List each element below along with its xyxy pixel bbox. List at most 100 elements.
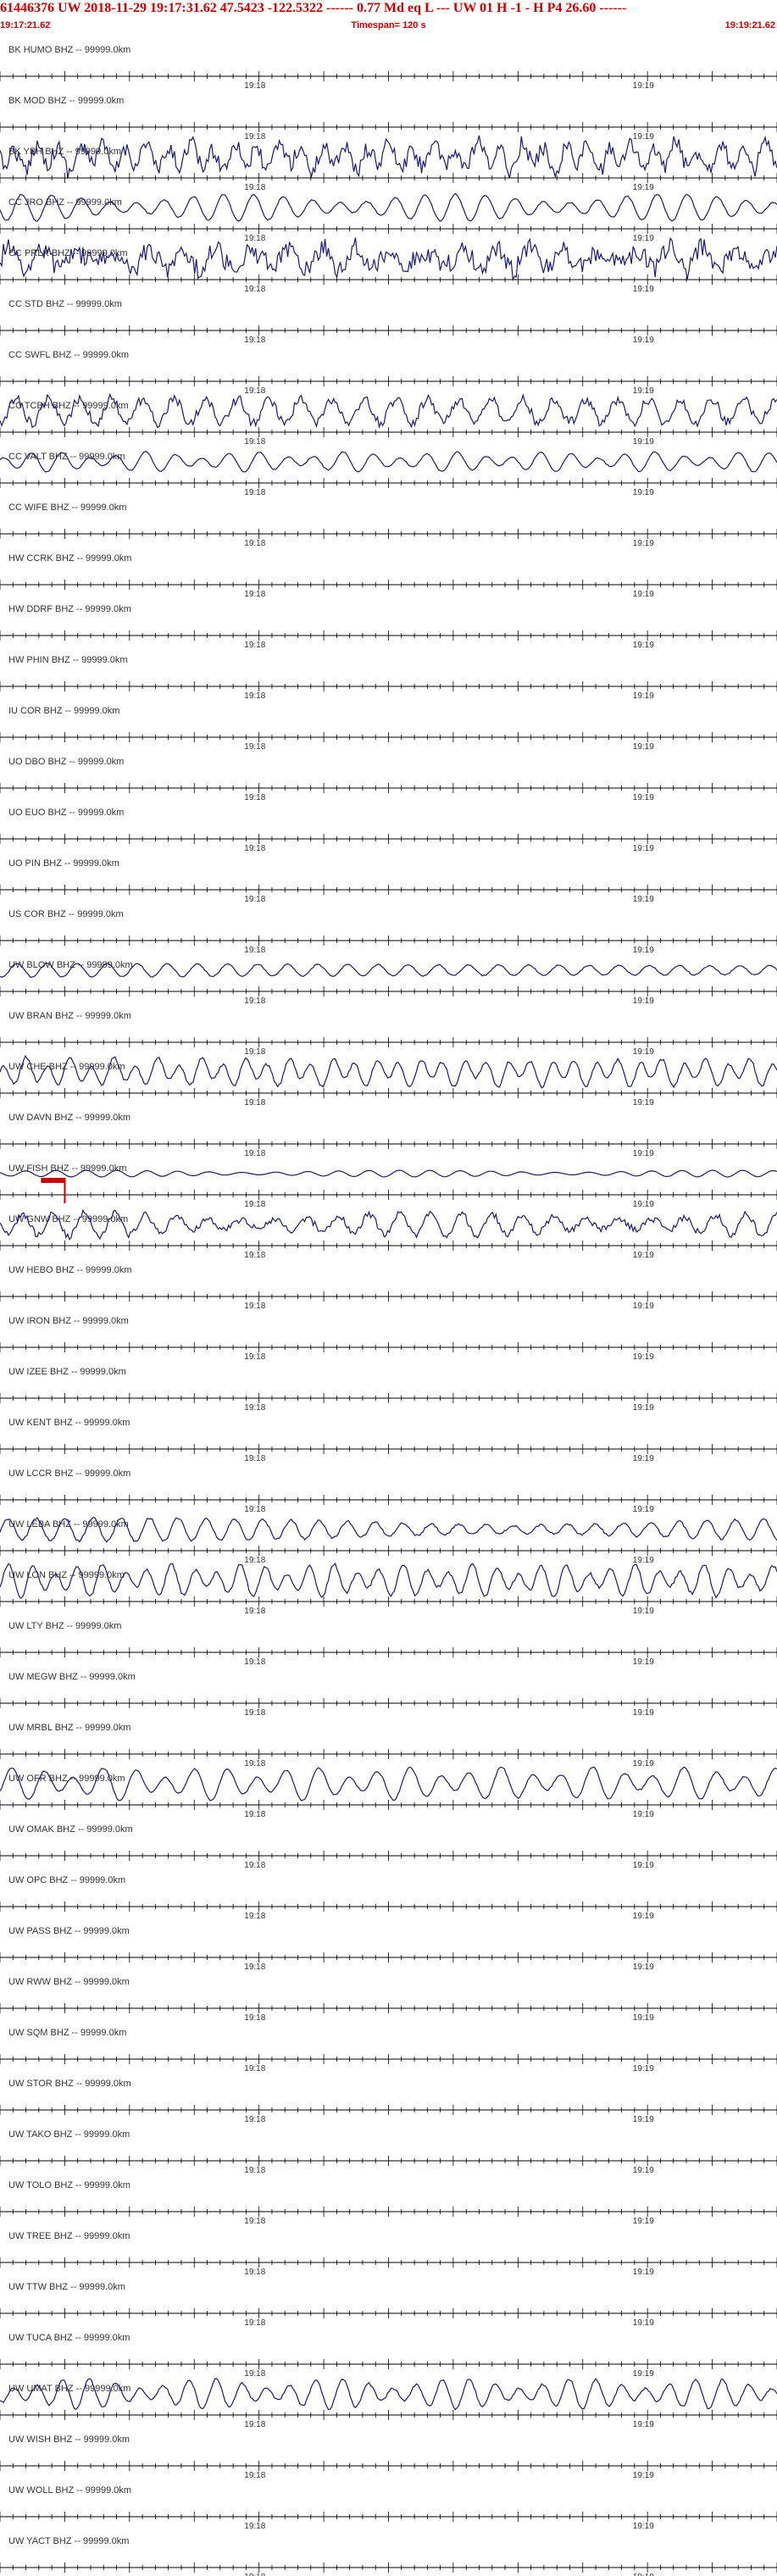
- station-label: UW MEGW BHZ -- 99999.0km: [8, 1672, 136, 1682]
- time-tick-label: 19:18: [244, 1759, 265, 1768]
- waveform-trace: [0, 135, 777, 179]
- time-tick-label: 19:19: [633, 488, 654, 497]
- station-label: HW PHIN BHZ -- 99999.0km: [8, 655, 128, 665]
- time-tick-label: 19:19: [633, 691, 654, 701]
- time-tick-label: 19:18: [244, 691, 265, 701]
- time-tick-label: 19:18: [244, 997, 265, 1006]
- time-tick-label: 19:19: [633, 81, 654, 91]
- station-label: UW HEBO BHZ -- 99999.0km: [8, 1265, 131, 1275]
- time-tick-label: 19:19: [633, 437, 654, 447]
- waveform-trace: [0, 1766, 777, 1802]
- time-tick-label: 19:19: [633, 1759, 654, 1768]
- time-tick-label: 19:19: [633, 1098, 654, 1108]
- time-tick-label: 19:19: [633, 2268, 654, 2277]
- time-tick-label: 19:19: [633, 2369, 654, 2379]
- station-label: UW BRAN BHZ -- 99999.0km: [8, 1011, 131, 1021]
- station-label: UW TOLO BHZ -- 99999.0km: [8, 2180, 130, 2190]
- time-tick-label: 19:19: [633, 997, 654, 1006]
- station-label: UW TTW BHZ -- 99999.0km: [8, 2282, 125, 2292]
- time-tick-label: 19:18: [244, 1098, 265, 1108]
- pick-flag: [41, 1178, 65, 1183]
- time-tick-label: 19:18: [244, 895, 265, 904]
- time-tick-label: 19:19: [633, 2420, 654, 2429]
- station-label: UW LCCR BHZ -- 99999.0km: [8, 1468, 130, 1479]
- time-tick-label: 19:18: [244, 2013, 265, 2023]
- time-tick-label: 19:18: [244, 1810, 265, 1819]
- station-label: UW LTY BHZ -- 99999.0km: [8, 1621, 121, 1631]
- station-label: BK MOD BHZ -- 99999.0km: [8, 96, 124, 106]
- waveform-trace: [0, 236, 777, 282]
- time-tick-label: 19:18: [244, 539, 265, 548]
- time-tick-label: 19:19: [633, 539, 654, 548]
- station-label: UO EUO BHZ -- 99999.0km: [8, 808, 124, 818]
- time-tick-label: 19:19: [633, 2522, 654, 2531]
- station-label: UW STOR BHZ -- 99999.0km: [8, 2079, 131, 2089]
- time-tick-label: 19:19: [633, 2471, 654, 2480]
- time-tick-label: 19:19: [633, 1556, 654, 1565]
- time-tick-label: 19:19: [633, 793, 654, 802]
- station-label: UW IZEE BHZ -- 99999.0km: [8, 1367, 126, 1377]
- time-tick-label: 19:19: [633, 1505, 654, 1514]
- time-tick-label: 19:18: [244, 1352, 265, 1362]
- station-label: UO DBO BHZ -- 99999.0km: [8, 757, 124, 767]
- station-label: HW DDRF BHZ -- 99999.0km: [8, 604, 131, 614]
- time-tick-label: 19:18: [244, 1454, 265, 1463]
- time-tick-label: 19:18: [244, 2522, 265, 2531]
- time-tick-label: 19:18: [244, 2268, 265, 2277]
- station-label: UW WISH BHZ -- 99999.0km: [8, 2434, 130, 2445]
- time-tick-label: 19:18: [244, 2166, 265, 2175]
- time-tick-label: 19:19: [633, 1302, 654, 1311]
- station-label: UW GNW BHZ -- 99999.0km: [8, 1214, 128, 1224]
- station-label: UW OPC BHZ -- 99999.0km: [8, 1875, 125, 1885]
- time-tick-label: 19:19: [633, 1912, 654, 1921]
- time-tick-label: 19:18: [244, 1302, 265, 1311]
- station-label: UW OFR BHZ -- 99999.0km: [8, 1774, 125, 1784]
- time-tick-label: 19:19: [633, 946, 654, 955]
- time-tick-label: 19:18: [244, 590, 265, 599]
- time-tick-label: 19:19: [633, 1352, 654, 1362]
- time-tick-label: 19:19: [633, 1251, 654, 1260]
- station-label: BK HUMO BHZ -- 99999.0km: [8, 45, 130, 55]
- waveform-trace: [0, 1054, 777, 1089]
- time-tick-label: 19:19: [633, 2013, 654, 2023]
- time-tick-label: 19:18: [244, 234, 265, 243]
- station-label: CC SWFL BHZ -- 99999.0km: [8, 350, 129, 360]
- time-tick-label: 19:18: [244, 132, 265, 142]
- time-tick-label: 19:18: [244, 641, 265, 650]
- station-label: IU COR BHZ -- 99999.0km: [8, 706, 119, 716]
- station-label: UO PIN BHZ -- 99999.0km: [8, 858, 119, 869]
- waveform-trace: [0, 2377, 777, 2411]
- time-tick-label: 19:18: [244, 1251, 265, 1260]
- waveform-trace: [0, 1562, 777, 1599]
- time-tick-label: 19:18: [244, 1963, 265, 1972]
- station-label: UW TUCA BHZ -- 99999.0km: [8, 2333, 130, 2343]
- time-tick-label: 19:18: [244, 2573, 265, 2576]
- time-tick-label: 19:19: [633, 1149, 654, 1158]
- station-label: CC PRLK BHZ -- 99999.0km: [8, 248, 128, 258]
- station-label: UW RWW BHZ -- 99999.0km: [8, 1977, 130, 1987]
- time-tick-label: 19:19: [633, 844, 654, 853]
- time-tick-label: 19:18: [244, 1861, 265, 1870]
- station-label: UW DAVN BHZ -- 99999.0km: [8, 1113, 130, 1123]
- time-tick-label: 19:19: [633, 386, 654, 396]
- time-tick-label: 19:18: [244, 2369, 265, 2379]
- time-tick-label: 19:19: [633, 2573, 654, 2576]
- time-tick-label: 19:19: [633, 742, 654, 752]
- station-label: US COR BHZ -- 99999.0km: [8, 909, 124, 919]
- time-tick-label: 19:18: [244, 793, 265, 802]
- time-tick-label: 19:18: [244, 2217, 265, 2226]
- time-tick-label: 19:19: [633, 132, 654, 142]
- station-label: UW KENT BHZ -- 99999.0km: [8, 1418, 130, 1428]
- time-tick-label: 19:18: [244, 844, 265, 853]
- time-tick-label: 19:19: [633, 1403, 654, 1413]
- time-tick-label: 19:19: [633, 895, 654, 904]
- station-label: UW SQM BHZ -- 99999.0km: [8, 2028, 126, 2038]
- time-tick-label: 19:19: [633, 285, 654, 294]
- time-tick-label: 19:18: [244, 2318, 265, 2328]
- station-label: CC TCBH BHZ -- 99999.0km: [8, 401, 129, 411]
- time-tick-label: 19:18: [244, 183, 265, 192]
- time-tick-label: 19:19: [633, 1454, 654, 1463]
- time-tick-label: 19:19: [633, 2217, 654, 2226]
- time-tick-label: 19:18: [244, 1505, 265, 1514]
- time-tick-label: 19:18: [244, 1607, 265, 1616]
